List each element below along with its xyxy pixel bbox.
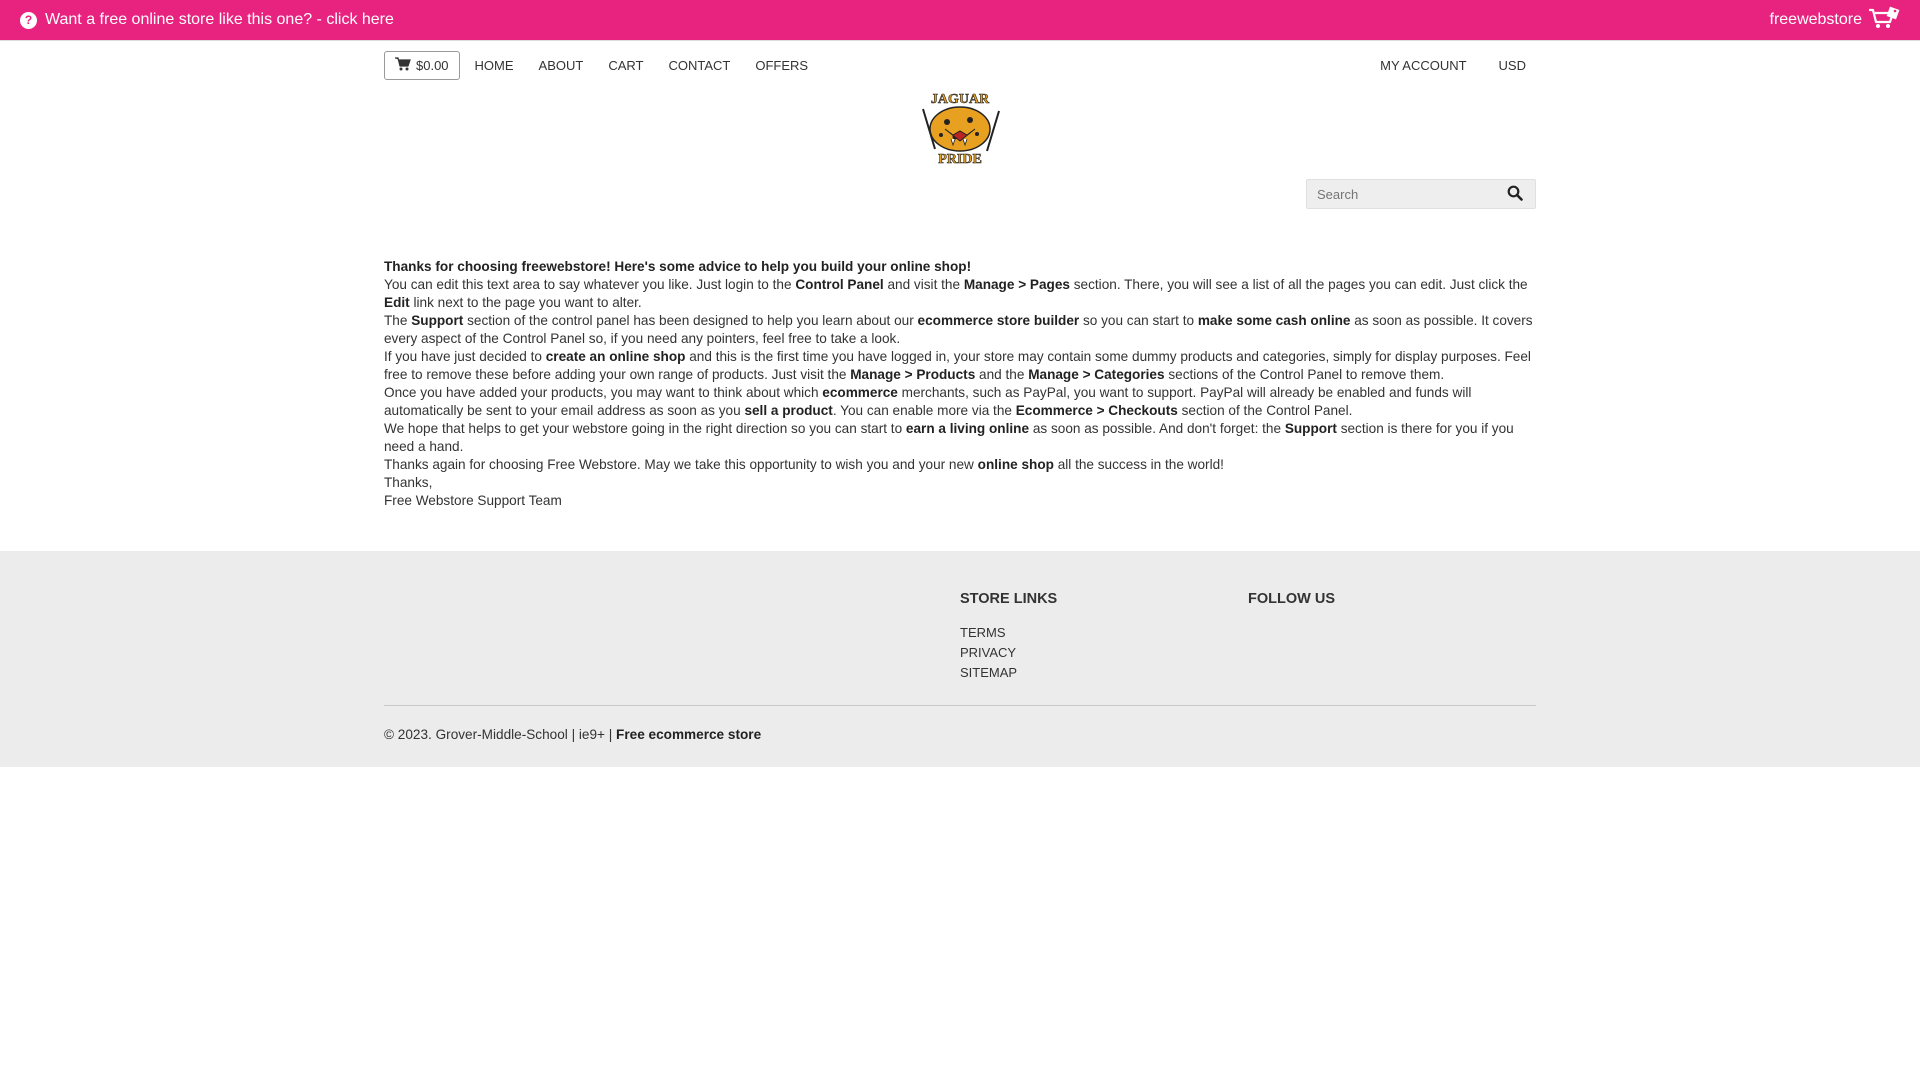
- signature-line: Free Webstore Support Team: [384, 493, 562, 508]
- top-navigation: $0.00 HOME ABOUT CART CONTACT OFFERS MY …: [384, 50, 1536, 80]
- main-content: Thanks for choosing freewebstore! Here's…: [384, 258, 1536, 510]
- freewebstore-brand-link[interactable]: freewebstore: [1770, 0, 1901, 40]
- store-links-heading: STORE LINKS: [960, 591, 1058, 607]
- logo-top-text: JAGUAR: [931, 92, 990, 107]
- shopping-cart-icon: [395, 56, 411, 74]
- cart-tag-icon: [1868, 6, 1900, 35]
- cart-total: $0.00: [416, 57, 449, 73]
- thanks-line: Thanks,: [384, 475, 433, 490]
- nav-right-group: MY ACCOUNT USD: [1358, 58, 1536, 73]
- follow-us-column: FOLLOW US: [1248, 591, 1335, 607]
- paragraph-2: The Support section of the control panel…: [384, 313, 1533, 346]
- paragraph-6: Thanks again for choosing Free Webstore.…: [384, 457, 1224, 472]
- logo-bottom-text: PRIDE: [938, 152, 982, 165]
- follow-us-heading: FOLLOW US: [1248, 591, 1335, 607]
- footer-divider: [384, 705, 1536, 706]
- paragraph-3: If you have just decided to create an on…: [384, 349, 1531, 382]
- search-box: [1306, 179, 1536, 209]
- paragraph-5: We hope that helps to get your webstore …: [384, 421, 1514, 454]
- nav-cart[interactable]: CART: [608, 58, 643, 73]
- nav-about[interactable]: ABOUT: [539, 58, 584, 73]
- search-icon: [1507, 185, 1523, 204]
- copyright-text: © 2023. Grover-Middle-School | ie9+ |: [384, 727, 617, 742]
- free-ecommerce-link[interactable]: Free ecommerce store: [616, 727, 761, 742]
- promo-divider: [0, 40, 1920, 41]
- search-input[interactable]: [1307, 180, 1495, 208]
- nav-my-account[interactable]: MY ACCOUNT: [1380, 58, 1466, 73]
- paragraph-4: Once you have added your products, you m…: [384, 385, 1472, 418]
- nav-home[interactable]: HOME: [475, 58, 514, 73]
- brand-text: freewebstore: [1769, 11, 1863, 28]
- promo-text: Want a free online store like this one? …: [45, 11, 394, 28]
- promo-bar: ? Want a free online store like this one…: [0, 0, 1920, 40]
- content-heading: Thanks for choosing freewebstore! Here's…: [384, 259, 972, 274]
- copyright-line: © 2023. Grover-Middle-School | ie9+ | Fr…: [384, 727, 761, 742]
- store-links-column: STORE LINKS TERMS PRIVACY SITEMAP: [960, 591, 1057, 683]
- search-button[interactable]: [1495, 180, 1535, 208]
- nav-contact[interactable]: CONTACT: [669, 58, 731, 73]
- nav-offers[interactable]: OFFERS: [755, 58, 808, 73]
- footer-link-privacy[interactable]: PRIVACY: [960, 643, 1057, 663]
- cart-button[interactable]: $0.00: [384, 50, 460, 80]
- help-icon: ?: [20, 11, 37, 29]
- promo-link[interactable]: ? Want a free online store like this one…: [20, 0, 394, 40]
- footer-link-sitemap[interactable]: SITEMAP: [960, 663, 1057, 683]
- footer-link-terms[interactable]: TERMS: [960, 623, 1057, 643]
- site-footer: STORE LINKS TERMS PRIVACY SITEMAP FOLLOW…: [0, 551, 1920, 767]
- currency-selector[interactable]: USD: [1499, 58, 1526, 73]
- store-logo[interactable]: JAGUAR PRIDE: [915, 89, 1005, 167]
- paragraph-1: You can edit this text area to say whate…: [384, 277, 1528, 310]
